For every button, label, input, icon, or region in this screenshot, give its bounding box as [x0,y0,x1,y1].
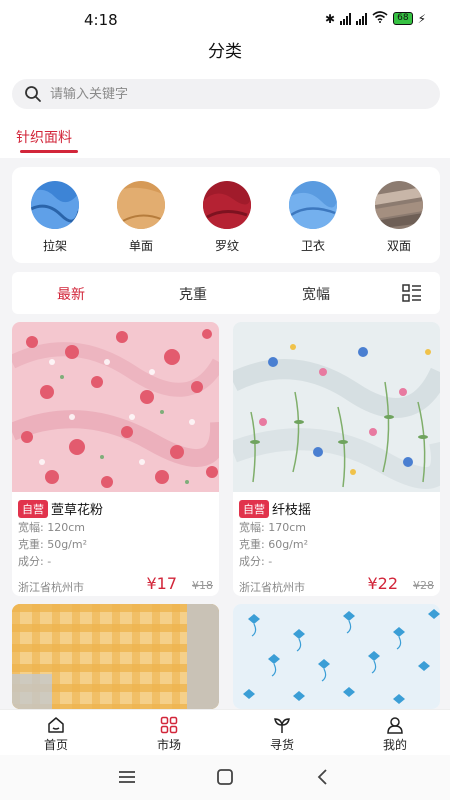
search-bar [0,74,450,118]
nav-sourcing[interactable]: 寻货 [252,716,312,753]
sort-latest[interactable]: 最新 [57,284,85,304]
nav-label: 市场 [156,738,181,752]
product-card[interactable] [233,604,440,709]
sort-bar: 最新 克重 宽幅 [12,272,440,314]
product-composition: 成分: - [239,555,273,568]
system-nav-bar [0,755,450,800]
sprout-icon [274,718,290,733]
category-grid: 拉架 单面 罗纹 卫衣 双面 [12,167,440,263]
search-input[interactable] [50,86,410,102]
home-icon [48,717,64,733]
product-image[interactable] [233,322,440,492]
charging-icon: ⚡ [417,11,426,26]
product-card[interactable]: 自营 纤枝摇 宽幅: 170cm 克重: 60g/m² 成分: - 浙江省杭州市… [233,322,440,596]
product-name: 萱草花粉 [51,503,104,518]
status-bar: 4:18 ✱ 68 ⚡ [0,0,450,40]
nav-market[interactable]: 市场 [139,716,199,753]
category-label: 罗纹 [214,239,239,253]
category-label: 双面 [386,239,411,253]
bottom-nav: 首页 市场 寻货 我的 [0,709,450,755]
category-item[interactable]: 双面 [369,181,429,254]
menu-icon[interactable] [116,767,138,787]
status-icons: ✱ 68 ⚡ [325,11,426,26]
back-icon[interactable] [312,767,334,787]
product-original-price: ¥18 [192,579,213,592]
nav-profile[interactable]: 我的 [365,716,425,753]
category-item[interactable]: 拉架 [25,181,85,254]
category-tab-bar: 针织面料 [0,118,450,158]
product-name: 纤枝摇 [272,503,312,518]
product-original-price: ¥28 [413,579,434,592]
self-operated-badge: 自营 [18,499,48,518]
tab-underline [20,150,78,153]
product-price: ¥17 [146,574,177,593]
product-weight: 克重: 50g/m² [18,538,88,551]
profile-icon [387,717,403,734]
product-card[interactable]: 自营 萱草花粉 宽幅: 120cm 克重: 50g/m² 成分: - 浙江省杭州… [12,322,219,596]
product-width: 宽幅: 170cm [239,521,306,534]
product-title-row: 自营 纤枝摇 [239,499,434,518]
nav-label: 寻货 [269,738,294,752]
fabric-swatch-icon [117,181,165,229]
nav-label: 我的 [382,738,407,752]
wifi-icon [372,11,388,26]
product-location: 浙江省杭州市 [18,581,84,594]
status-time: 4:18 [84,11,118,29]
bluetooth-icon: ✱ [325,11,336,26]
fabric-swatch-icon [31,181,79,229]
tab-knit-fabric[interactable]: 针织面料 [16,127,72,147]
product-image[interactable] [12,322,219,492]
category-label: 卫衣 [300,239,325,253]
product-price: ¥22 [367,574,398,593]
fabric-swatch-icon [375,181,423,229]
product-width: 宽幅: 120cm [18,521,85,534]
signal-icon [340,12,352,25]
sort-width[interactable]: 宽幅 [302,284,330,304]
product-card[interactable] [12,604,219,709]
category-item[interactable]: 单面 [111,181,171,254]
product-footer: 浙江省杭州市 ¥17 ¥18 [18,574,213,596]
signal-icon-2 [356,12,368,25]
category-item[interactable]: 卫衣 [283,181,343,254]
category-label: 拉架 [42,239,67,253]
product-composition: 成分: - [18,555,52,568]
page-title: 分类 [208,42,242,62]
nav-label: 首页 [43,738,68,752]
header: 分类 [0,40,450,74]
product-image[interactable] [12,604,219,709]
search-icon [25,86,41,102]
product-title-row: 自营 萱草花粉 [18,499,213,518]
list-layout-icon[interactable] [402,284,422,302]
battery-icon: 68 [393,12,413,25]
product-weight: 克重: 60g/m² [239,538,309,551]
category-item[interactable]: 罗纹 [197,181,257,254]
product-footer: 浙江省杭州市 ¥22 ¥28 [239,574,434,596]
fabric-swatch-icon [289,181,337,229]
fabric-swatch-icon [203,181,251,229]
home-square-icon[interactable] [214,767,236,787]
category-label: 单面 [128,239,153,253]
market-icon [160,716,178,734]
product-image[interactable] [233,604,440,709]
self-operated-badge: 自营 [239,499,269,518]
product-location: 浙江省杭州市 [239,581,305,594]
sort-weight[interactable]: 克重 [179,284,207,304]
search-box[interactable] [12,79,440,109]
nav-home[interactable]: 首页 [26,716,86,753]
